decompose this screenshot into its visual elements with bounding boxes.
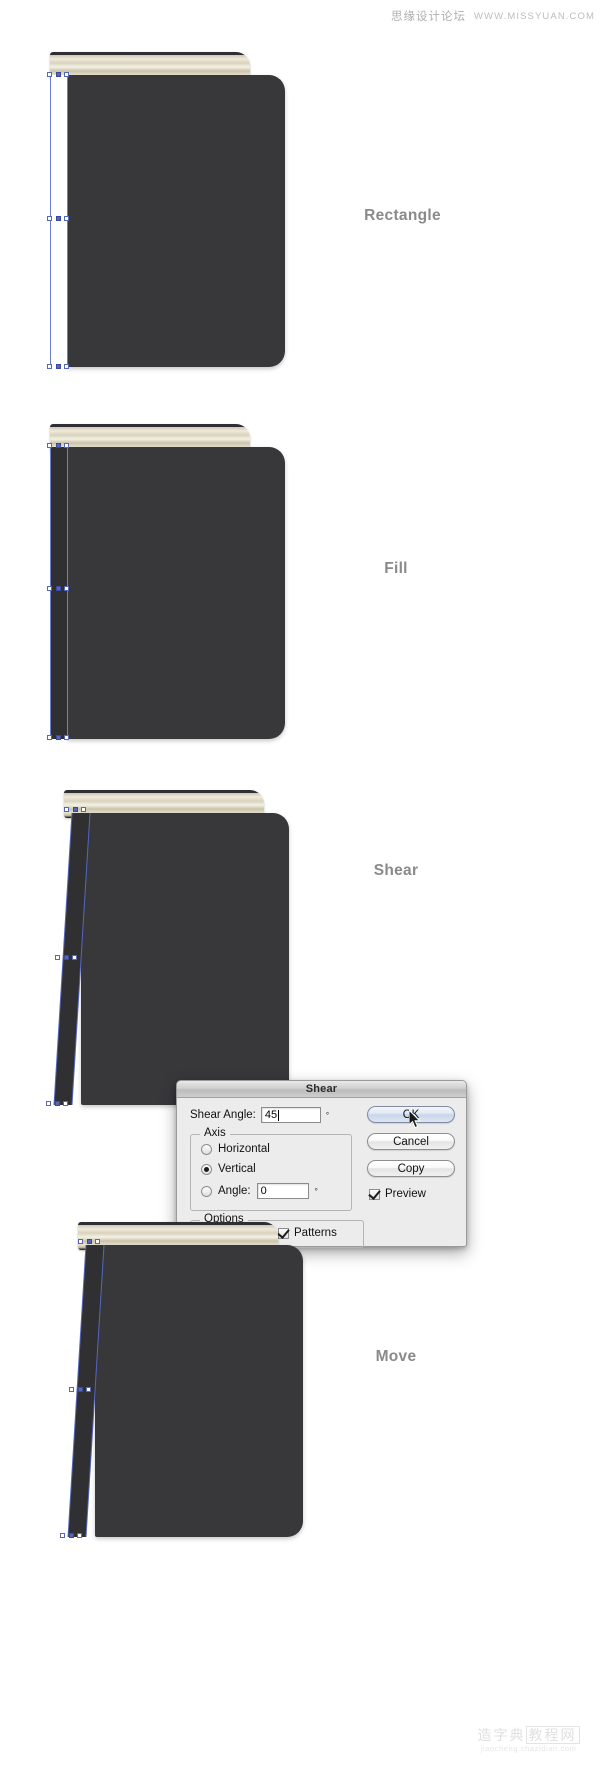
anchor-point[interactable] [86, 1387, 91, 1392]
watermark-top-url: WWW.MISSYUAN.COM [473, 10, 595, 22]
selection-edge-left [50, 75, 51, 368]
radio-angle-icon[interactable] [201, 1185, 212, 1197]
ok-button[interactable]: OK [367, 1106, 455, 1123]
book-illustration-step-1 [50, 52, 285, 367]
step-label-fill: Fill [384, 560, 408, 577]
anchor-point[interactable] [56, 443, 61, 448]
shear-angle-label: Shear Angle: [190, 1109, 256, 1121]
shear-angle-input[interactable]: 45 [260, 1107, 321, 1123]
anchor-point[interactable] [47, 586, 52, 591]
anchor-point[interactable] [56, 72, 61, 77]
cancel-button[interactable]: Cancel [367, 1133, 455, 1150]
anchor-point[interactable] [64, 955, 69, 960]
anchor-point[interactable] [64, 364, 69, 369]
anchor-point[interactable] [64, 443, 69, 448]
anchor-point[interactable] [47, 72, 52, 77]
anchor-point[interactable] [56, 364, 61, 369]
anchor-point[interactable] [64, 586, 69, 591]
book-illustration-step-2 [50, 424, 285, 739]
anchor-point[interactable] [47, 364, 52, 369]
text-caret [278, 1109, 280, 1121]
anchor-point[interactable] [95, 1239, 100, 1244]
anchor-point[interactable] [73, 807, 78, 812]
copy-button[interactable]: Copy [367, 1160, 455, 1177]
radio-vertical[interactable]: Vertical [201, 1163, 256, 1175]
checkbox-preview[interactable]: Preview [369, 1188, 426, 1200]
radio-horizontal[interactable]: Horizontal [201, 1143, 270, 1155]
angle-degree-symbol: ° [314, 1186, 318, 1196]
illustration-canvas: 思缘设计论坛 WWW.MISSYUAN.COM Rectangle Fill S… [0, 0, 600, 1767]
anchor-point[interactable] [69, 1533, 74, 1538]
anchor-point[interactable] [87, 1239, 92, 1244]
axis-group-label: Axis [200, 1127, 230, 1139]
selection-outline-sheared [53, 812, 91, 1106]
radio-horizontal-icon[interactable] [201, 1143, 212, 1155]
angle-value: 0 [260, 1185, 267, 1197]
selection-edge-right [67, 75, 68, 368]
book-spine-shape [50, 447, 68, 739]
anchor-point[interactable] [64, 807, 69, 812]
anchor-point[interactable] [55, 955, 60, 960]
radio-vertical-icon[interactable] [201, 1163, 212, 1175]
checkbox-preview-label: Preview [385, 1188, 426, 1200]
radio-vertical-label: Vertical [218, 1163, 256, 1175]
angle-input[interactable]: 0 [256, 1183, 309, 1199]
book-cover [67, 447, 285, 739]
watermark-bottom-cn-2: 教程网 [525, 1726, 580, 1744]
checkbox-preview-icon[interactable] [369, 1188, 380, 1200]
anchor-point[interactable] [56, 216, 61, 221]
anchor-point[interactable] [64, 735, 69, 740]
selection-outline-sheared [67, 1244, 105, 1538]
anchor-point[interactable] [47, 443, 52, 448]
watermark-bottom-cn: 造字典 教程网 [466, 1726, 591, 1744]
step-label-move: Move [375, 1348, 417, 1365]
anchor-point[interactable] [47, 216, 52, 221]
radio-angle[interactable]: Angle: 0 ° [201, 1183, 318, 1199]
degree-symbol: ° [325, 1110, 330, 1120]
book-cover [67, 75, 285, 367]
watermark-bottom-url: jiaocheng.chazidian.com [480, 1744, 577, 1753]
anchor-point[interactable] [55, 1101, 60, 1106]
watermark-bottom-cn-1: 造字典 [477, 1727, 526, 1743]
anchor-point[interactable] [69, 1387, 74, 1392]
dialog-title: Shear [305, 1083, 338, 1095]
watermark-top: 思缘设计论坛 WWW.MISSYUAN.COM [360, 6, 595, 26]
anchor-point[interactable] [72, 955, 77, 960]
copy-button-label: Copy [397, 1162, 425, 1175]
shear-angle-row: Shear Angle: 45 ° [190, 1107, 329, 1123]
anchor-point[interactable] [64, 72, 69, 77]
axis-group: Axis Horizontal Vertical Angle: 0 ° [190, 1127, 352, 1211]
anchor-point[interactable] [63, 1101, 68, 1106]
selection-edge-left [50, 446, 51, 739]
shear-angle-value: 45 [264, 1109, 278, 1121]
anchor-point[interactable] [56, 735, 61, 740]
cancel-button-label: Cancel [393, 1135, 429, 1148]
watermark-bottom: 造字典 教程网 jiaocheng.chazidian.com [466, 1726, 591, 1762]
anchor-point[interactable] [77, 1533, 82, 1538]
anchor-point[interactable] [46, 1101, 51, 1106]
book-spine-shape [50, 75, 68, 367]
angle-label: Angle: [218, 1185, 251, 1197]
selection-edge-right [67, 446, 68, 739]
step-label-shear: Shear [373, 862, 419, 879]
anchor-point[interactable] [47, 735, 52, 740]
ok-button-label: OK [402, 1108, 420, 1121]
anchor-point[interactable] [81, 807, 86, 812]
dialog-titlebar[interactable]: Shear [177, 1081, 466, 1098]
step-label-rectangle: Rectangle [364, 207, 441, 224]
anchor-point[interactable] [64, 216, 69, 221]
anchor-point[interactable] [78, 1387, 83, 1392]
radio-horizontal-label: Horizontal [218, 1143, 270, 1155]
anchor-point[interactable] [78, 1239, 83, 1244]
anchor-point[interactable] [60, 1533, 65, 1538]
anchor-point[interactable] [56, 586, 61, 591]
watermark-top-cn: 思缘设计论坛 [390, 11, 466, 23]
